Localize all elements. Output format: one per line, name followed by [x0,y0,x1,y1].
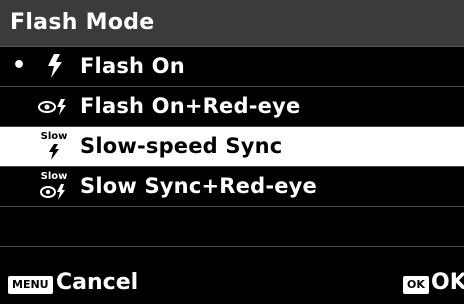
flash-icon [44,53,66,83]
menu-item-label: Flash On+Red-eye [80,94,301,118]
title-bar: Flash Mode [0,0,464,47]
slow-sync-icon: Slow [40,131,68,161]
menu-item-label: Slow-speed Sync [80,134,283,158]
page-title: Flash Mode [10,10,155,35]
red-eye-flash-icon [38,97,70,121]
menu-button-icon[interactable]: MENU [8,276,53,294]
active-bullet: • [12,53,27,78]
button-guide-bar: MENU Cancel OK OK [0,262,464,304]
ok-button-icon[interactable]: OK [403,276,429,294]
menu-item-flash-on-red-eye[interactable]: Flash On+Red-eye [0,87,464,127]
slow-sync-red-eye-icon: Slow [40,171,68,201]
ok-button[interactable]: OK [431,270,464,295]
menu-item-label: Flash On [80,54,185,78]
menu-item-flash-on[interactable]: • Flash On [0,47,464,87]
flash-mode-screen: Flash Mode • Flash On Flash On+Red-eye S… [0,0,464,304]
menu-item-slow-speed-sync[interactable]: Slow Slow-speed Sync [0,127,464,167]
flash-mode-list: • Flash On Flash On+Red-eye Slow Slow-sp… [0,47,464,286]
cancel-button[interactable]: Cancel [56,270,138,295]
menu-item-slow-sync-red-eye[interactable]: Slow Slow Sync+Red-eye [0,167,464,207]
empty-row [0,207,464,247]
menu-item-label: Slow Sync+Red-eye [80,174,318,198]
